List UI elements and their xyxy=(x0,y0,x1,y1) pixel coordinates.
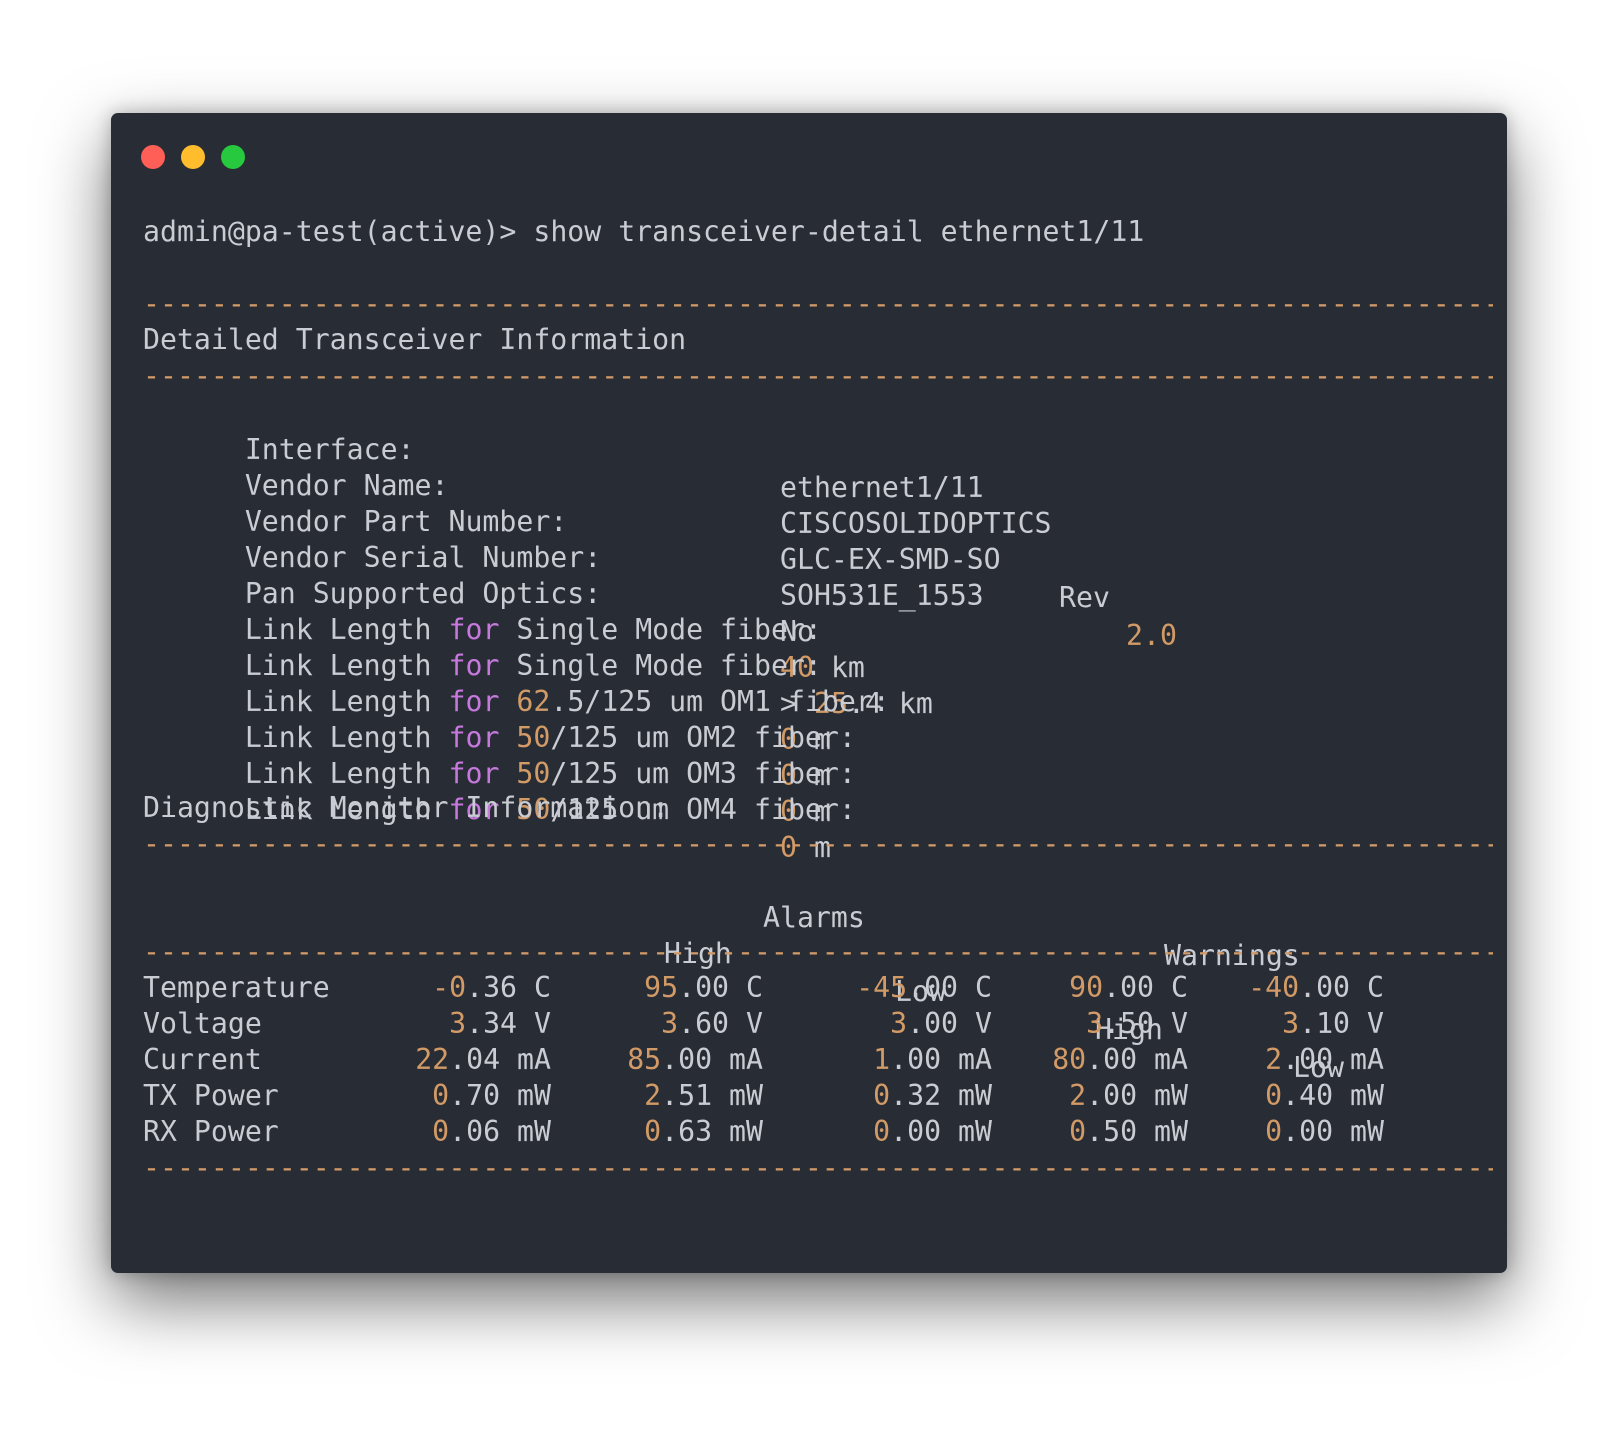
info-row-vendor-name: Vendor Name: CISCOSOLIDOPTICS xyxy=(143,429,1052,540)
section-title: Detailed Transceiver Information xyxy=(143,323,687,356)
info-row-link-sm-100m: Link Length for Single Mode fiber: > 25.… xyxy=(143,609,933,720)
alarm-low-value: 3.00 V xyxy=(890,1007,992,1040)
alarm-high-value: 85.00 mA xyxy=(627,1043,763,1076)
diag-row-label: RX Power xyxy=(143,1115,279,1148)
info-row-link-om1: Link Length for 62.5/125 um OM1 fiber: 0… xyxy=(143,645,890,756)
terminal-output[interactable]: admin@pa-test(active)> show transceiver-… xyxy=(143,213,1493,1434)
info-row-interface: Interface: ethernet1/11 xyxy=(143,393,984,504)
alarm-low-value: -45.00 C xyxy=(856,971,992,1004)
diag-row-label: TX Power xyxy=(143,1079,279,1112)
warning-high-value: 0.50 mW xyxy=(1069,1115,1188,1148)
info-row-pan-optics: Pan Supported Optics: No xyxy=(143,537,814,648)
diag-row-label: Voltage xyxy=(143,1007,262,1040)
prompt: admin@pa-test(active)> xyxy=(143,215,517,248)
diag-row: TX Power 0.70 mW 2.51 mW 0.32 mW 2.00 mW 0.40… xyxy=(143,1077,1493,1115)
command-line: admin@pa-test(active)> show transceiver-… xyxy=(143,213,1144,251)
diag-row-label: Temperature xyxy=(143,971,330,1004)
current-value: 3.34 V xyxy=(449,1007,551,1040)
rev-value: 2.0 xyxy=(1126,619,1177,652)
terminal-window: admin@pa-test(active)> show transceiver-… xyxy=(111,113,1507,1273)
info-row-part-number: Vendor Part Number: GLC-EX-SMD-SO Rev 2.… xyxy=(143,465,1177,652)
warning-high-value: 90.00 C xyxy=(1069,971,1188,1004)
close-button[interactable] xyxy=(141,145,165,169)
current-value: 0.70 mW xyxy=(432,1079,551,1112)
warning-low-value: 2.00 mA xyxy=(1265,1043,1384,1076)
alarm-high-value: 2.51 mW xyxy=(644,1079,763,1112)
alarm-low-value: 0.00 mW xyxy=(873,1115,992,1148)
warning-low-value: 3.10 V xyxy=(1282,1007,1384,1040)
info-value: ethernet1/11 xyxy=(780,471,984,504)
warning-high-value: 3.50 V xyxy=(1086,1007,1188,1040)
alarm-high-value: 3.60 V xyxy=(661,1007,763,1040)
info-row-serial: Vendor Serial Number: SOH531E_1553 xyxy=(143,501,984,612)
warning-low-value: -40.00 C xyxy=(1248,971,1384,1004)
rev-label: Rev xyxy=(1059,581,1110,614)
current-value: -0.36 C xyxy=(432,971,551,1004)
separator-rule: ----------------------------------------… xyxy=(143,287,1493,320)
diag-group-header: Alarms Warnings xyxy=(143,861,1300,972)
minimize-button[interactable] xyxy=(181,145,205,169)
info-row-link-om3: Link Length for 50/125 um OM3 fiber: 0 m xyxy=(143,717,856,828)
warning-low-value: 0.40 mW xyxy=(1265,1079,1384,1112)
separator-rule: ----------------------------------------… xyxy=(143,935,1493,968)
alarm-high-value: 95.00 C xyxy=(644,971,763,1004)
separator-rule: ----------------------------------------… xyxy=(143,827,1493,860)
alarm-low-value: 1.00 mA xyxy=(873,1043,992,1076)
separator-rule: ----------------------------------------… xyxy=(143,1151,1493,1184)
diag-title: Diagnostic Monitor Information: xyxy=(143,791,670,824)
diag-row: Temperature -0.36 C 95.00 C -45.00 C 90.00 C… xyxy=(143,969,1493,1007)
alarm-low-value: 0.32 mW xyxy=(873,1079,992,1112)
warning-high-value: 80.00 mA xyxy=(1052,1043,1188,1076)
info-row-link-om2: Link Length for 50/125 um OM2 fiber: 0 m xyxy=(143,681,856,792)
info-row-link-om4: Link Length for 50/125 um OM4 fiber: 0 m xyxy=(143,753,856,864)
diag-row-label: Current xyxy=(143,1043,262,1076)
diag-row: RX Power 0.06 mW 0.63 mW 0.00 mW 0.50 mW 0.00… xyxy=(143,1113,1493,1151)
current-value: 0.06 mW xyxy=(432,1115,551,1148)
command-text: show transceiver-detail ethernet1/11 xyxy=(533,215,1145,248)
info-value: CISCOSOLIDOPTICS xyxy=(780,507,1052,540)
alarm-high-value: 0.63 mW xyxy=(644,1115,763,1148)
current-value: 22.04 mA xyxy=(415,1043,551,1076)
diag-column-header: High Low High Low xyxy=(143,897,1344,1084)
warning-low-value: 0.00 mW xyxy=(1265,1115,1384,1148)
info-row-link-sm-km: Link Length for Single Mode fiber: 40 km xyxy=(143,573,865,684)
diag-row: Voltage 3.34 V 3.60 V 3.00 V 3.50 V 3.10 V xyxy=(143,1005,1493,1043)
warning-high-value: 2.00 mW xyxy=(1069,1079,1188,1112)
separator-rule: ----------------------------------------… xyxy=(143,359,1493,392)
maximize-button[interactable] xyxy=(221,145,245,169)
alarms-header: Alarms xyxy=(763,901,865,934)
diag-row: Current 22.04 mA 85.00 mA 1.00 mA 80.00 mA 2.… xyxy=(143,1041,1493,1079)
